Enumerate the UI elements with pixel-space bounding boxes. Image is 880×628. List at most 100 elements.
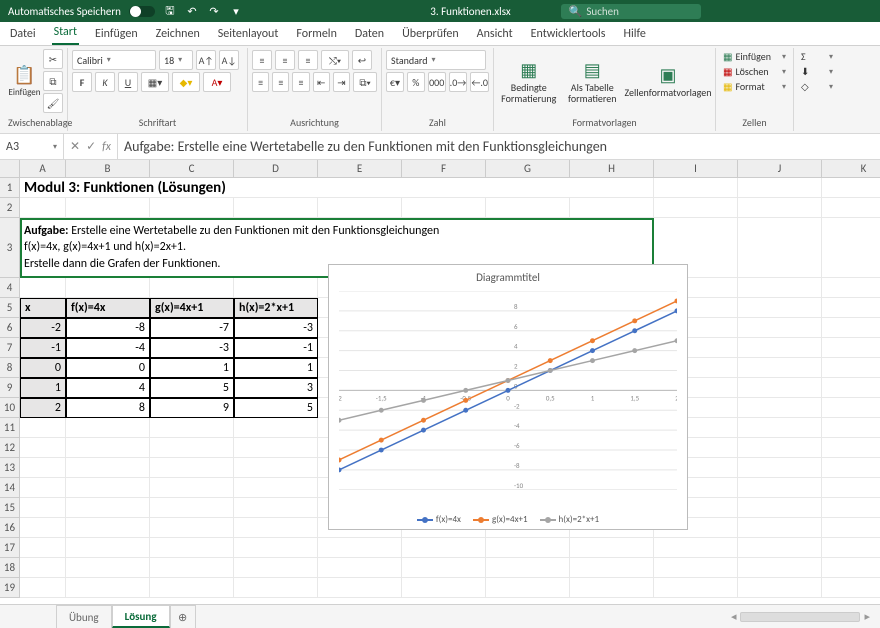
- empty-cell[interactable]: [20, 418, 66, 438]
- indent-right-button[interactable]: ⇥: [333, 72, 350, 92]
- empty-cell[interactable]: [402, 558, 486, 578]
- empty-cell[interactable]: [234, 198, 318, 218]
- orientation-button[interactable]: ⤭▾: [321, 50, 349, 70]
- column-header-J[interactable]: J: [738, 160, 822, 178]
- empty-cell[interactable]: [20, 278, 66, 298]
- row-header-6[interactable]: 6: [0, 318, 20, 338]
- row-header-7[interactable]: 7: [0, 338, 20, 358]
- merge-button[interactable]: ⧉▾: [353, 72, 377, 92]
- empty-cell[interactable]: [570, 538, 654, 558]
- empty-cell[interactable]: [150, 438, 234, 458]
- wrap-text-button[interactable]: ↩: [352, 50, 372, 70]
- empty-cell[interactable]: [654, 558, 738, 578]
- chart[interactable]: Diagrammtitel -10-8-6-4-20246810-2-1,5-1…: [328, 264, 688, 530]
- empty-cell[interactable]: [822, 438, 880, 458]
- decrease-decimal-button[interactable]: ←.0: [470, 72, 489, 92]
- sheet-tab-ubung[interactable]: Übung: [56, 605, 112, 628]
- empty-cell[interactable]: [234, 518, 318, 538]
- save-icon[interactable]: 🖫: [163, 2, 177, 21]
- cell-f-1[interactable]: -4: [66, 338, 150, 358]
- empty-cell[interactable]: [486, 198, 570, 218]
- empty-cell[interactable]: [66, 558, 150, 578]
- row-header-18[interactable]: 18: [0, 558, 20, 578]
- increase-decimal-button[interactable]: .0→: [449, 72, 468, 92]
- cell-x-4[interactable]: 2: [20, 398, 66, 418]
- row-header-2[interactable]: 2: [0, 198, 20, 218]
- cell-g-4[interactable]: 9: [150, 398, 234, 418]
- empty-cell[interactable]: [20, 538, 66, 558]
- column-header-A[interactable]: A: [20, 160, 66, 178]
- format-as-table-button[interactable]: ▤ Als Tabelle formatieren: [562, 50, 624, 112]
- empty-cell[interactable]: [66, 198, 150, 218]
- italic-button[interactable]: K: [95, 72, 115, 92]
- align-left-button[interactable]: ≡: [252, 72, 269, 92]
- empty-cell[interactable]: [738, 338, 822, 358]
- number-format-select[interactable]: Standard▾: [386, 50, 486, 70]
- empty-cell[interactable]: [486, 538, 570, 558]
- empty-cell[interactable]: [738, 298, 822, 318]
- redo-icon[interactable]: ↷: [207, 5, 221, 18]
- empty-cell[interactable]: [738, 458, 822, 478]
- column-header-E[interactable]: E: [318, 160, 402, 178]
- empty-cell[interactable]: [402, 538, 486, 558]
- tab-seitenlayout[interactable]: Seitenlayout: [216, 24, 281, 45]
- empty-cell[interactable]: [822, 578, 880, 598]
- empty-cell[interactable]: [822, 338, 880, 358]
- empty-cell[interactable]: [66, 438, 150, 458]
- empty-cell[interactable]: [318, 198, 402, 218]
- column-header-K[interactable]: K: [822, 160, 880, 178]
- scroll-left-icon[interactable]: ◂: [731, 610, 737, 623]
- row-header-11[interactable]: 11: [0, 418, 20, 438]
- tab-start[interactable]: Start: [52, 22, 79, 45]
- empty-cell[interactable]: [570, 198, 654, 218]
- cell-g-2[interactable]: 1: [150, 358, 234, 378]
- more-icon[interactable]: ▾: [229, 5, 243, 18]
- currency-button[interactable]: €▾: [386, 72, 404, 92]
- empty-cell[interactable]: [402, 198, 486, 218]
- empty-cell[interactable]: [20, 518, 66, 538]
- cell-g-1[interactable]: -3: [150, 338, 234, 358]
- empty-cell[interactable]: [822, 538, 880, 558]
- empty-cell[interactable]: [234, 558, 318, 578]
- row-header-16[interactable]: 16: [0, 518, 20, 538]
- title-cell[interactable]: Modul 3: Funktionen (Lösungen): [20, 178, 654, 198]
- row-header-4[interactable]: 4: [0, 278, 20, 298]
- cell-h-4[interactable]: 5: [234, 398, 318, 418]
- row-header-17[interactable]: 17: [0, 538, 20, 558]
- empty-cell[interactable]: [822, 518, 880, 538]
- empty-cell[interactable]: [234, 498, 318, 518]
- name-box[interactable]: A3▾: [0, 134, 64, 159]
- conditional-formatting-button[interactable]: ▦ Bedingte Formatierung: [498, 50, 560, 112]
- insert-cells-button[interactable]: ▦Einfügen▾: [720, 50, 789, 63]
- empty-cell[interactable]: [20, 558, 66, 578]
- column-header-C[interactable]: C: [150, 160, 234, 178]
- horizontal-scrollbar[interactable]: [740, 612, 860, 622]
- empty-cell[interactable]: [20, 478, 66, 498]
- font-name-select[interactable]: Calibri▾: [72, 50, 156, 70]
- empty-cell[interactable]: [738, 378, 822, 398]
- empty-cell[interactable]: [150, 278, 234, 298]
- formatpainter-button[interactable]: 🖌: [43, 93, 63, 113]
- column-header-G[interactable]: G: [486, 160, 570, 178]
- font-color-button[interactable]: A▾: [203, 72, 231, 92]
- cell-h-2[interactable]: 1: [234, 358, 318, 378]
- empty-cell[interactable]: [738, 478, 822, 498]
- empty-cell[interactable]: [822, 498, 880, 518]
- cell-h-3[interactable]: 3: [234, 378, 318, 398]
- fill-button[interactable]: ⬇▾: [798, 65, 836, 78]
- row-header-19[interactable]: 19: [0, 578, 20, 598]
- formula-value[interactable]: Aufgabe: Erstelle eine Wertetabelle zu d…: [118, 138, 880, 155]
- empty-cell[interactable]: [570, 558, 654, 578]
- empty-cell[interactable]: [66, 538, 150, 558]
- empty-cell[interactable]: [486, 558, 570, 578]
- indent-left-button[interactable]: ⇤: [313, 72, 330, 92]
- empty-cell[interactable]: [150, 498, 234, 518]
- empty-cell[interactable]: [20, 458, 66, 478]
- bold-button[interactable]: F: [72, 72, 92, 92]
- cell-x-1[interactable]: -1: [20, 338, 66, 358]
- row-header-14[interactable]: 14: [0, 478, 20, 498]
- column-header-D[interactable]: D: [234, 160, 318, 178]
- autosum-button[interactable]: Σ▾: [798, 50, 836, 63]
- fx-icon[interactable]: fx: [102, 140, 111, 154]
- empty-cell[interactable]: [738, 198, 822, 218]
